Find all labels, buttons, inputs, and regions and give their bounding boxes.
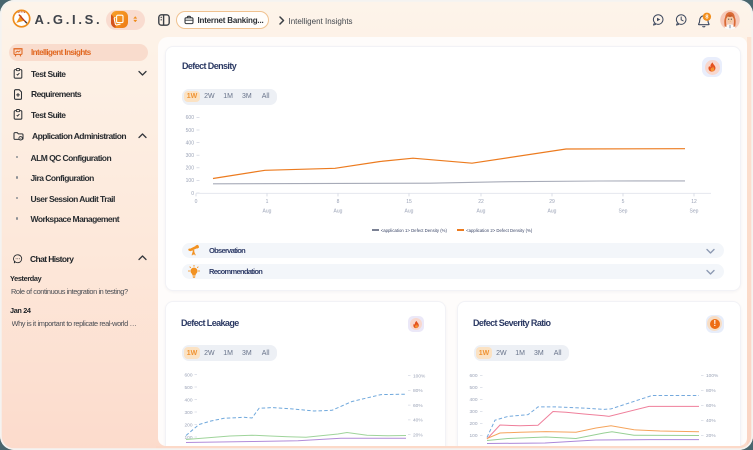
svg-text:40%: 40% (706, 418, 716, 424)
svg-text:8: 8 (705, 14, 708, 20)
svg-text:Aug: Aug (334, 208, 343, 214)
svg-text:Aug: Aug (405, 208, 414, 214)
svg-text:100%: 100% (413, 373, 426, 379)
svg-text:80%: 80% (706, 388, 716, 394)
svg-text:22: 22 (478, 199, 484, 205)
svg-text:Aug: Aug (263, 208, 272, 214)
svg-text:5: 5 (622, 199, 625, 205)
svg-text:600: 600 (184, 372, 192, 378)
svg-text:12: 12 (691, 199, 697, 205)
svg-text:0: 0 (191, 191, 194, 197)
svg-text:400: 400 (186, 140, 195, 146)
svg-text:20%: 20% (706, 433, 716, 439)
svg-text:500: 500 (184, 385, 192, 391)
svg-text:300: 300 (469, 409, 477, 415)
svg-text:100: 100 (184, 435, 192, 441)
svg-text:200: 200 (186, 166, 195, 172)
svg-text:8: 8 (337, 199, 340, 205)
svg-text:Sep: Sep (690, 208, 699, 214)
svg-text:1: 1 (266, 199, 269, 205)
svg-text:20%: 20% (413, 433, 423, 439)
svg-text:100: 100 (186, 178, 195, 184)
svg-text:200: 200 (469, 421, 477, 427)
svg-text:300: 300 (184, 410, 192, 416)
svg-text:400: 400 (184, 397, 192, 403)
svg-text:60%: 60% (413, 403, 423, 409)
svg-text:500: 500 (186, 128, 195, 134)
svg-text:80%: 80% (413, 388, 423, 394)
svg-text:60%: 60% (706, 403, 716, 409)
svg-text:600: 600 (469, 373, 477, 379)
svg-text:600: 600 (186, 115, 195, 121)
svg-text:Aug: Aug (477, 208, 486, 214)
svg-text:40%: 40% (413, 418, 423, 424)
svg-text:400: 400 (469, 397, 477, 403)
svg-text:29: 29 (549, 199, 555, 205)
svg-text:100: 100 (469, 433, 477, 439)
svg-text:15: 15 (406, 199, 412, 205)
svg-text:300: 300 (186, 153, 195, 159)
svg-text:Aug: Aug (548, 208, 557, 214)
svg-text:0: 0 (195, 199, 198, 205)
svg-text:500: 500 (469, 385, 477, 391)
svg-text:Sep: Sep (619, 208, 628, 214)
svg-text:200: 200 (184, 422, 192, 428)
svg-text:100%: 100% (706, 373, 719, 379)
